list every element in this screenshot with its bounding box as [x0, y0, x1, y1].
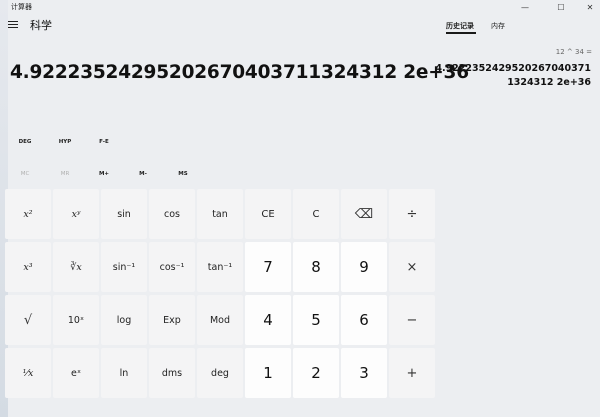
square-root-button[interactable]: √ [5, 295, 51, 345]
exp-button[interactable]: Exp [149, 295, 195, 345]
arccos-button[interactable]: cos⁻¹ [149, 242, 195, 292]
cos-button[interactable]: cos [149, 189, 195, 239]
backspace-button[interactable]: ⌫ [341, 189, 387, 239]
power-button[interactable]: xʸ [53, 189, 99, 239]
title-bar: 计算器 — ☐ ✕ [0, 0, 600, 16]
tab-memory[interactable]: 内存 [491, 21, 505, 31]
digit-4-button[interactable]: 4 [245, 295, 291, 345]
app-title: 计算器 [11, 3, 32, 11]
sin-button[interactable]: sin [101, 189, 147, 239]
arcsin-button[interactable]: sin⁻¹ [101, 242, 147, 292]
hamburger-menu-icon[interactable] [8, 19, 18, 29]
backspace-icon: ⌫ [354, 206, 374, 222]
memory-clear-button[interactable]: MC [10, 171, 40, 177]
deg-convert-button[interactable]: deg [197, 348, 243, 398]
close-button[interactable]: ✕ [580, 0, 600, 16]
minimize-button[interactable]: — [515, 0, 535, 16]
mod-button[interactable]: Mod [197, 295, 243, 345]
memory-add-button[interactable]: M+ [89, 171, 119, 177]
history-result[interactable]: 4.92223524295202670403711324312 2e+36 [431, 62, 591, 90]
digit-8-button[interactable]: 8 [293, 242, 339, 292]
digit-9-button[interactable]: 9 [341, 242, 387, 292]
cube-root-button[interactable]: ∛x [53, 242, 99, 292]
reciprocal-button[interactable]: ¹⁄x [5, 348, 51, 398]
dms-button[interactable]: dms [149, 348, 195, 398]
digit-6-button[interactable]: 6 [341, 295, 387, 345]
memory-store-button[interactable]: MS [168, 171, 198, 177]
square-button[interactable]: x² [5, 189, 51, 239]
memory-subtract-button[interactable]: M- [128, 171, 158, 177]
subtract-button[interactable]: − [389, 295, 435, 345]
digit-2-button[interactable]: 2 [293, 348, 339, 398]
memory-recall-button[interactable]: MR [50, 171, 80, 177]
e-power-button[interactable]: eˣ [53, 348, 99, 398]
multiply-button[interactable]: × [389, 242, 435, 292]
digit-3-button[interactable]: 3 [341, 348, 387, 398]
tan-button[interactable]: tan [197, 189, 243, 239]
clear-button[interactable]: C [293, 189, 339, 239]
log-button[interactable]: log [101, 295, 147, 345]
tab-history[interactable]: 历史记录 [446, 21, 474, 31]
cube-button[interactable]: x³ [5, 242, 51, 292]
add-button[interactable]: + [389, 348, 435, 398]
active-tab-indicator [446, 32, 476, 34]
history-expression[interactable]: 12 ^ 34 = [556, 48, 592, 56]
digit-7-button[interactable]: 7 [245, 242, 291, 292]
deg-button[interactable]: DEG [10, 139, 40, 145]
ten-power-button[interactable]: 10ˣ [53, 295, 99, 345]
fe-button[interactable]: F-E [89, 139, 119, 145]
hyp-button[interactable]: HYP [50, 139, 80, 145]
digit-1-button[interactable]: 1 [245, 348, 291, 398]
clear-entry-button[interactable]: CE [245, 189, 291, 239]
arctan-button[interactable]: tan⁻¹ [197, 242, 243, 292]
divide-button[interactable]: ÷ [389, 189, 435, 239]
maximize-button[interactable]: ☐ [551, 0, 571, 16]
digit-5-button[interactable]: 5 [293, 295, 339, 345]
result-display: 4.92223524295202670403711324312 2e+36 [10, 62, 469, 83]
mode-title: 科学 [30, 19, 52, 32]
ln-button[interactable]: ln [101, 348, 147, 398]
